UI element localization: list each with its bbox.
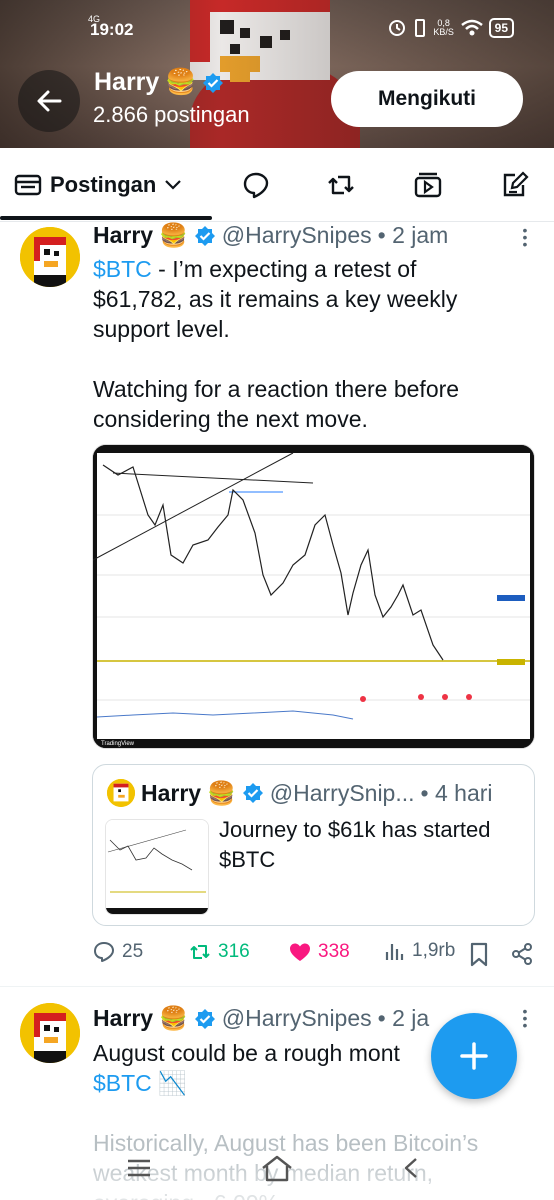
- back-nav-icon[interactable]: [400, 1156, 424, 1180]
- quote-time: • 4 hari: [420, 779, 493, 806]
- back-button[interactable]: [18, 70, 80, 132]
- network-speed: 0,8 KB/S: [433, 18, 454, 37]
- heart-filled-icon: [290, 943, 310, 961]
- tab-media-icon[interactable]: [413, 170, 443, 200]
- repost-icon: [190, 945, 210, 959]
- chart-down-emoji: 📉: [158, 1070, 187, 1096]
- share-icon[interactable]: [510, 942, 534, 966]
- burger-emoji: 🍔: [165, 68, 197, 96]
- views-button[interactable]: 1,9rb: [384, 940, 455, 962]
- status-time: 19:02: [90, 20, 134, 39]
- profile-name-text: Harry: [94, 68, 160, 96]
- quote-thumbnail: [105, 819, 209, 915]
- author-handle[interactable]: @HarrySnipes: [222, 1005, 372, 1032]
- like-button[interactable]: 338: [288, 940, 350, 964]
- tab-replies-icon[interactable]: [241, 170, 271, 200]
- reply-count: 25: [122, 941, 144, 962]
- home-icon[interactable]: [260, 1154, 294, 1182]
- tab-articles-icon[interactable]: [500, 170, 530, 200]
- quote-text: Journey to $61k has started $BTC: [219, 817, 491, 872]
- post-chart-image[interactable]: TradingView: [92, 444, 535, 749]
- post-line-3: support level.: [93, 316, 230, 342]
- post-header: Harry 🍔 @HarrySnipes • 2 ja: [93, 1005, 429, 1032]
- post-avatar[interactable]: [20, 1003, 80, 1063]
- pixel-avatar-image: [107, 779, 135, 807]
- active-tab-indicator: [0, 216, 212, 220]
- post-time: • 2 jam: [377, 222, 449, 248]
- post-time: • 2 ja: [377, 1005, 430, 1031]
- tab-posts[interactable]: Postingan: [14, 172, 182, 198]
- quote-avatar: [107, 779, 135, 807]
- post-header: Harry 🍔 @HarrySnipes • 2 jam: [93, 222, 448, 249]
- post-paragraph-2: Watching for a reaction there before con…: [93, 376, 460, 432]
- quote-header: Harry 🍔 @HarrySnip... • 4 hari: [107, 779, 493, 807]
- repost-count: 316: [218, 941, 250, 962]
- author-handle[interactable]: @HarrySnipes: [222, 222, 372, 249]
- reply-icon: [94, 942, 114, 962]
- profile-name: Harry 🍔: [94, 68, 224, 97]
- status-icons: 0,8 KB/S 95: [387, 18, 514, 38]
- reply-button[interactable]: 25: [92, 940, 143, 964]
- views-count: 1,9rb: [412, 940, 456, 961]
- post-avatar[interactable]: [20, 227, 80, 287]
- tradingview-watermark: TradingView: [101, 741, 135, 747]
- post-divider: [0, 986, 554, 987]
- verified-badge-icon: [194, 1008, 215, 1029]
- btc-price-chart: TradingView: [93, 445, 534, 748]
- arrow-left-icon: [37, 90, 62, 112]
- cashtag-link[interactable]: $BTC: [93, 1070, 152, 1096]
- pixel-avatar-image: [20, 227, 80, 287]
- views-bar-icon: [385, 944, 404, 960]
- author-name[interactable]: Harry: [93, 222, 153, 249]
- posts-tab-icon: [14, 174, 42, 196]
- pixel-avatar-image: [20, 1003, 80, 1063]
- post-line-1: - I’m expecting a retest of: [151, 256, 417, 282]
- repost-button[interactable]: 316: [188, 940, 250, 964]
- cashtag-link[interactable]: $BTC: [93, 256, 152, 282]
- wifi-icon: [460, 19, 483, 36]
- chevron-down-icon: [165, 180, 182, 190]
- verified-badge-icon: [194, 225, 215, 246]
- vibrate-icon: [414, 19, 425, 37]
- verified-badge-icon: [203, 72, 224, 93]
- quote-author-handle: @HarrySnip...: [269, 779, 415, 806]
- bookmark-icon[interactable]: [468, 942, 490, 968]
- quoted-post[interactable]: Harry 🍔 @HarrySnip... • 4 hari Journey t…: [92, 764, 535, 926]
- quote-chart-thumbnail: [106, 820, 208, 914]
- tab-reposts-icon[interactable]: [326, 170, 356, 200]
- burger-emoji: 🍔: [159, 222, 188, 248]
- battery-indicator: 95: [488, 18, 514, 38]
- status-bar: 4G 19:02 0,8 KB/S 95: [0, 14, 554, 44]
- author-name[interactable]: Harry: [93, 1005, 153, 1032]
- burger-emoji: 🍔: [207, 779, 236, 806]
- alarm-icon: [388, 20, 405, 36]
- tab-posts-label: Postingan: [50, 172, 157, 197]
- like-count: 338: [318, 941, 350, 962]
- following-button[interactable]: Mengikuti: [331, 71, 523, 127]
- post-count: 2.866 postingan: [93, 102, 250, 127]
- more-options-icon[interactable]: • • •: [522, 1004, 528, 1032]
- burger-emoji: 🍔: [159, 1005, 188, 1031]
- post-body: $BTC - I’m expecting a retest of $61,782…: [93, 254, 513, 434]
- content-tabs: Postingan: [0, 148, 554, 222]
- verified-badge-icon: [242, 783, 263, 803]
- compose-button[interactable]: [431, 1013, 517, 1099]
- system-nav-bar: [0, 1150, 554, 1200]
- quote-author-name: Harry: [141, 779, 202, 806]
- plus-icon: [460, 1042, 488, 1070]
- post-line-2: $61,782, as it remains a key weekly: [93, 286, 458, 312]
- more-options-icon[interactable]: • • •: [522, 223, 528, 251]
- recents-icon[interactable]: [126, 1158, 152, 1178]
- post-actions: 25 316 338 1,9rb: [92, 940, 542, 972]
